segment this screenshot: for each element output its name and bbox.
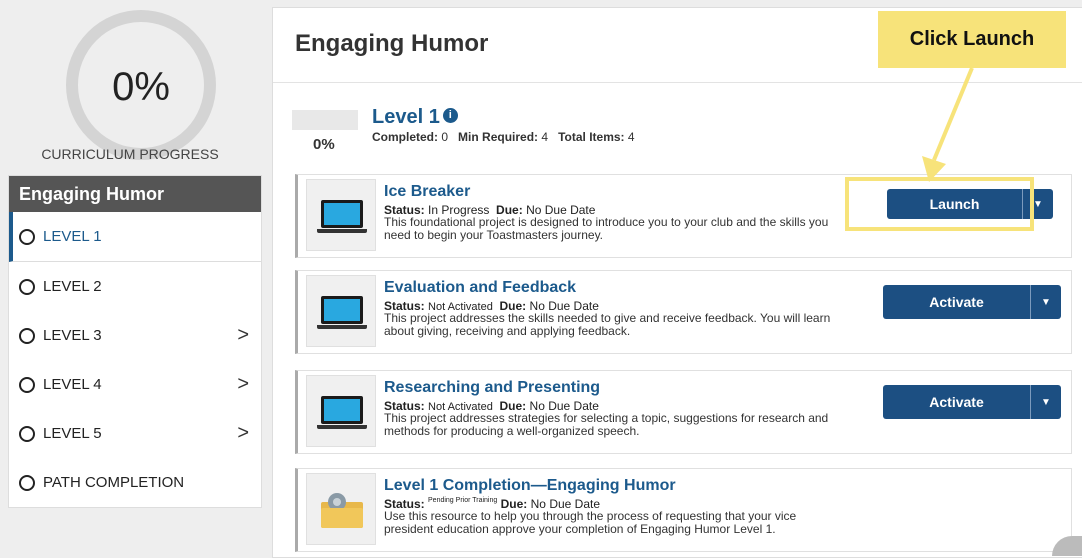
folder-icon bbox=[321, 493, 363, 528]
project-thumbnail bbox=[306, 179, 376, 251]
project-title[interactable]: Level 1 Completion—Engaging Humor bbox=[384, 477, 676, 495]
laptop-icon bbox=[317, 396, 367, 429]
sidebar-item-label: LEVEL 2 bbox=[43, 278, 102, 295]
caret-down-icon[interactable]: ▼ bbox=[1031, 385, 1061, 419]
activate-button-label: Activate bbox=[883, 385, 1031, 419]
project-description: This project addresses the skills needed… bbox=[384, 311, 831, 338]
radio-icon bbox=[19, 278, 35, 295]
level-progress-percent: 0% bbox=[313, 136, 335, 153]
nav-header: Engaging Humor bbox=[9, 176, 261, 212]
radio-icon bbox=[19, 327, 35, 344]
radio-icon bbox=[19, 376, 35, 393]
completed-value: 0 bbox=[441, 130, 449, 144]
project-description: This project addresses strategies for se… bbox=[384, 411, 829, 438]
page-title: Engaging Humor bbox=[295, 30, 489, 57]
level-nav: Engaging Humor LEVEL 1 LEVEL 2 LEVEL 3 >… bbox=[8, 175, 262, 508]
level-stats: Completed: 0 Min Required: 4 Total Items… bbox=[372, 130, 635, 144]
sidebar-item-level-5[interactable]: LEVEL 5 > bbox=[9, 409, 261, 458]
level-progress-bar bbox=[292, 110, 358, 130]
launch-highlight-box bbox=[845, 177, 1034, 231]
curriculum-progress-percent: 0% bbox=[112, 64, 170, 109]
level-title-text: Level 1 bbox=[372, 106, 440, 128]
info-icon[interactable]: i bbox=[442, 108, 458, 123]
sidebar: 0% CURRICULUM PROGRESS Engaging Humor LE… bbox=[0, 0, 270, 556]
curriculum-progress-ring: 0% bbox=[66, 10, 216, 160]
curriculum-progress-label: CURRICULUM PROGRESS bbox=[41, 146, 219, 162]
sidebar-item-label: PATH COMPLETION bbox=[43, 474, 185, 491]
sidebar-item-path-completion[interactable]: PATH COMPLETION bbox=[9, 458, 261, 507]
sidebar-item-level-2[interactable]: LEVEL 2 bbox=[9, 262, 261, 311]
project-thumbnail bbox=[306, 375, 376, 447]
min-required-label: Min Required: bbox=[458, 130, 539, 144]
laptop-icon bbox=[317, 296, 367, 329]
sidebar-item-label: LEVEL 5 bbox=[43, 425, 102, 442]
activate-button[interactable]: Activate ▼ bbox=[883, 285, 1061, 319]
project-thumbnail bbox=[306, 473, 376, 545]
min-required-value: 4 bbox=[541, 130, 549, 144]
caret-down-icon[interactable]: ▼ bbox=[1031, 285, 1061, 319]
project-description: Use this resource to help you through th… bbox=[384, 509, 797, 536]
chevron-right-icon: > bbox=[237, 324, 249, 346]
sidebar-item-level-1[interactable]: LEVEL 1 bbox=[9, 212, 261, 262]
completed-label: Completed: bbox=[372, 130, 438, 144]
sidebar-item-label: LEVEL 1 bbox=[43, 228, 102, 245]
project-title[interactable]: Researching and Presenting bbox=[384, 379, 600, 397]
activate-button[interactable]: Activate ▼ bbox=[883, 385, 1061, 419]
project-thumbnail bbox=[306, 275, 376, 347]
project-card-level-completion: Level 1 Completion—Engaging Humor Status… bbox=[295, 468, 1072, 552]
activate-button-label: Activate bbox=[883, 285, 1031, 319]
sidebar-item-label: LEVEL 3 bbox=[43, 327, 102, 344]
sidebar-item-label: LEVEL 4 bbox=[43, 376, 102, 393]
status-value: Pending Prior Training bbox=[428, 497, 498, 504]
project-card-evaluation-feedback: Evaluation and Feedback Status: Not Acti… bbox=[295, 270, 1072, 354]
chevron-right-icon: > bbox=[237, 373, 249, 395]
laptop-icon bbox=[317, 200, 367, 233]
project-description: This foundational project is designed to… bbox=[384, 215, 829, 242]
total-items-value: 4 bbox=[627, 130, 635, 144]
sidebar-item-level-4[interactable]: LEVEL 4 > bbox=[9, 360, 261, 409]
main-panel: Engaging Humor 0% Level 1i Completed: 0 … bbox=[272, 7, 1082, 558]
divider bbox=[273, 82, 1082, 83]
radio-icon bbox=[19, 425, 35, 442]
total-items-label: Total Items: bbox=[558, 130, 625, 144]
project-card-researching-presenting: Researching and Presenting Status: Not A… bbox=[295, 370, 1072, 454]
radio-icon bbox=[19, 474, 35, 491]
chevron-right-icon: > bbox=[237, 422, 249, 444]
instruction-callout: Click Launch bbox=[878, 11, 1066, 68]
project-title[interactable]: Ice Breaker bbox=[384, 183, 470, 201]
project-title[interactable]: Evaluation and Feedback bbox=[384, 279, 576, 297]
level-title: Level 1i bbox=[372, 106, 458, 129]
sidebar-item-level-3[interactable]: LEVEL 3 > bbox=[9, 311, 261, 360]
radio-icon bbox=[19, 228, 35, 245]
